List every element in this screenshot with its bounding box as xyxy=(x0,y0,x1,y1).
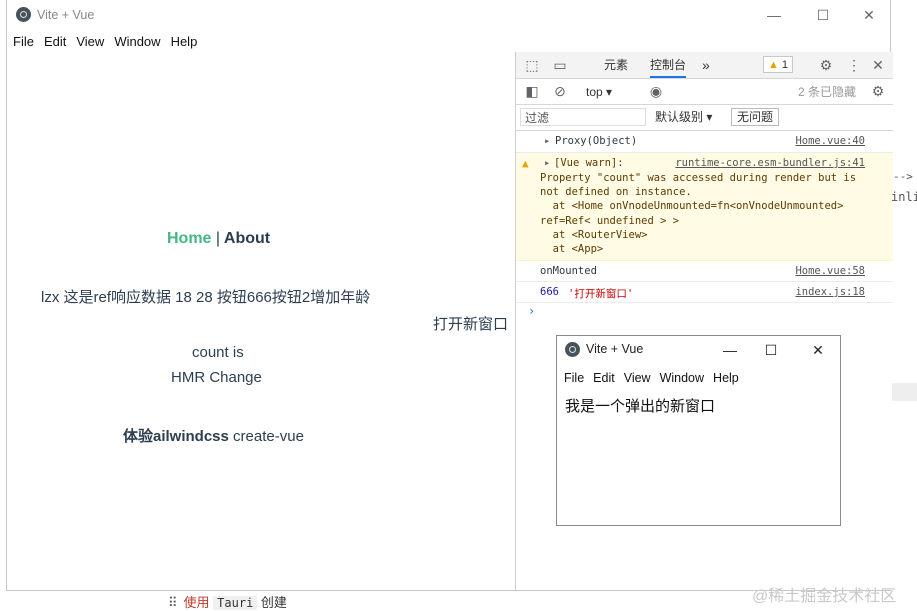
menu-help[interactable]: Help xyxy=(171,31,198,53)
log-level-select[interactable]: 默认级别 ▾ xyxy=(655,109,712,126)
clear-console-icon[interactable]: ⊘ xyxy=(550,79,570,103)
menu-help[interactable]: Help xyxy=(713,367,739,389)
warning-icon: ▲ xyxy=(522,157,529,170)
close-devtools-icon[interactable]: ✕ xyxy=(868,52,888,78)
chevron-down-icon: ▾ xyxy=(606,85,613,99)
console-text: Proxy(Object) xyxy=(555,135,638,147)
app-logo-icon xyxy=(16,7,31,22)
nav-about-link[interactable]: About xyxy=(224,230,270,247)
console-text: onMounted xyxy=(540,265,597,277)
kebab-menu-icon[interactable]: ⋮ xyxy=(844,52,864,78)
console-warning: ▲ ▸ [Vue warn]: runtime-core.esm-bundler… xyxy=(516,153,893,261)
popup-minimize-button[interactable]: — xyxy=(719,340,741,360)
tailwind-line: 体验ailwindcss create-vue xyxy=(123,425,304,446)
warning-line: not defined on instance. xyxy=(540,186,692,198)
expand-arrow-icon[interactable]: ▸ xyxy=(544,135,550,147)
source-link[interactable]: Home.vue:58 xyxy=(795,265,865,277)
menu-view[interactable]: View xyxy=(76,31,104,53)
console-message: 666 '打开新窗口' index.js:18 xyxy=(516,282,893,303)
popup-maximize-button[interactable]: ☐ xyxy=(760,340,782,360)
popup-menu-bar: File Edit View Window Help xyxy=(557,367,741,389)
settings-gear-icon[interactable]: ⚙ xyxy=(816,52,836,78)
watermark: @稀土掘金技术社区 xyxy=(752,588,897,605)
nav-home-link[interactable]: Home xyxy=(167,230,211,247)
warnings-badge[interactable]: ▲ 1 xyxy=(763,56,793,73)
menu-view[interactable]: View xyxy=(624,367,651,389)
background-code-fragment: --> xyxy=(893,170,913,183)
filter-bar: 过滤 默认级别 ▾ 无问题 xyxy=(516,105,893,131)
console-message: onMounted Home.vue:58 xyxy=(516,261,893,282)
app-content: Home | About lzx 这是ref响应数据 18 28 按钮666按钮… xyxy=(7,53,515,590)
popup-window: Vite + Vue — ☐ ✕ File Edit View Window Help … xyxy=(556,335,841,526)
minimize-button[interactable]: — xyxy=(763,5,785,25)
footer-use-text: 使用 xyxy=(183,595,210,610)
warning-line: Property "count" was accessed during ren… xyxy=(540,172,857,184)
device-toggle-icon[interactable]: ▭ xyxy=(550,52,570,78)
background-strip xyxy=(892,383,917,401)
context-value: top xyxy=(586,85,603,99)
expand-arrow-icon[interactable]: ▸ xyxy=(544,157,550,169)
hidden-messages-count: 2 条已隐藏 xyxy=(798,85,857,99)
menu-window[interactable]: Window xyxy=(660,367,704,389)
router-nav: Home | About xyxy=(167,230,270,248)
menu-bar: File Edit View Window Help xyxy=(7,31,201,53)
hmr-text: HMR Change xyxy=(171,369,262,386)
warning-line: at <App> xyxy=(540,243,604,255)
window-title: Vite + Vue xyxy=(37,8,95,22)
footer-code: Tauri xyxy=(213,596,258,610)
footer: ⠿ 使用 Tauri 创建 xyxy=(168,592,287,611)
menu-edit[interactable]: Edit xyxy=(44,31,66,53)
warning-line: at <Home onVnodeUnmounted=fn<onVnodeUnmo… xyxy=(540,200,844,212)
tailwind-bold-text: 体验ailwindcss xyxy=(123,428,229,445)
open-new-window-link[interactable]: 打开新窗口 xyxy=(433,313,508,334)
ref-data-line[interactable]: lzx 这是ref响应数据 18 28 按钮666按钮2增加年龄 xyxy=(41,286,370,307)
menu-edit[interactable]: Edit xyxy=(593,367,615,389)
footer-create-text: 创建 xyxy=(260,595,287,610)
tab-elements[interactable]: 元素 xyxy=(604,52,628,78)
menu-file[interactable]: File xyxy=(564,367,584,389)
popup-close-button[interactable]: ✕ xyxy=(807,340,829,360)
popup-title: Vite + Vue xyxy=(586,342,644,356)
tailwind-rest-text: create-vue xyxy=(228,428,304,445)
console-prompt-icon[interactable]: › xyxy=(528,304,535,318)
live-expression-eye-icon[interactable]: ◉ xyxy=(646,79,666,103)
warning-line: at <RouterView> xyxy=(540,229,648,241)
console-toolbar: ◧ ⊘ top ▾ ◉ 2 条已隐藏 ⚙ xyxy=(516,79,893,105)
title-bar[interactable]: Vite + Vue — ☐ ✕ xyxy=(7,0,892,31)
warning-header: [Vue warn]: xyxy=(554,157,624,169)
console-message: ▸ Proxy(Object) Home.vue:40 xyxy=(516,131,893,153)
console-number: 666 xyxy=(540,286,559,298)
menu-window[interactable]: Window xyxy=(114,31,160,53)
menu-file[interactable]: File xyxy=(13,31,34,53)
context-select[interactable]: top ▾ xyxy=(586,83,612,101)
filter-input[interactable]: 过滤 xyxy=(520,108,646,126)
more-tabs-icon[interactable]: » xyxy=(702,52,710,78)
sidebar-toggle-icon[interactable]: ◧ xyxy=(522,79,542,103)
console-string: '打开新窗口' xyxy=(568,288,634,300)
maximize-button[interactable]: ☐ xyxy=(812,5,834,25)
tab-console[interactable]: 控制台 xyxy=(650,52,687,78)
nav-separator: | xyxy=(215,230,221,247)
popup-body-text: 我是一个弹出的新窗口 xyxy=(565,398,716,415)
console-settings-icon[interactable]: ⚙ xyxy=(868,79,888,103)
warning-icon: ▲ xyxy=(767,59,779,71)
issues-button[interactable]: 无问题 xyxy=(731,108,780,126)
chevron-down-icon: ▾ xyxy=(706,110,713,124)
count-text: count is xyxy=(192,344,244,361)
close-button[interactable]: ✕ xyxy=(858,5,880,25)
warning-count: 1 xyxy=(781,59,789,71)
devtools-tab-bar: ⬚ ▭ 元素 控制台 » ▲ 1 ⚙ ⋮ ✕ xyxy=(516,52,893,79)
log-level-value: 默认级别 xyxy=(655,110,704,124)
background-code-fragment: inli xyxy=(891,190,917,204)
source-link[interactable]: index.js:18 xyxy=(795,286,865,298)
source-link[interactable]: runtime-core.esm-bundler.js:41 xyxy=(675,157,865,169)
warning-line: ref=Ref< undefined > > xyxy=(540,215,680,227)
source-link[interactable]: Home.vue:40 xyxy=(795,135,865,147)
inspect-element-icon[interactable]: ⬚ xyxy=(522,52,542,78)
app-logo-icon xyxy=(565,342,580,357)
drag-handle-icon[interactable]: ⠿ xyxy=(168,595,178,610)
